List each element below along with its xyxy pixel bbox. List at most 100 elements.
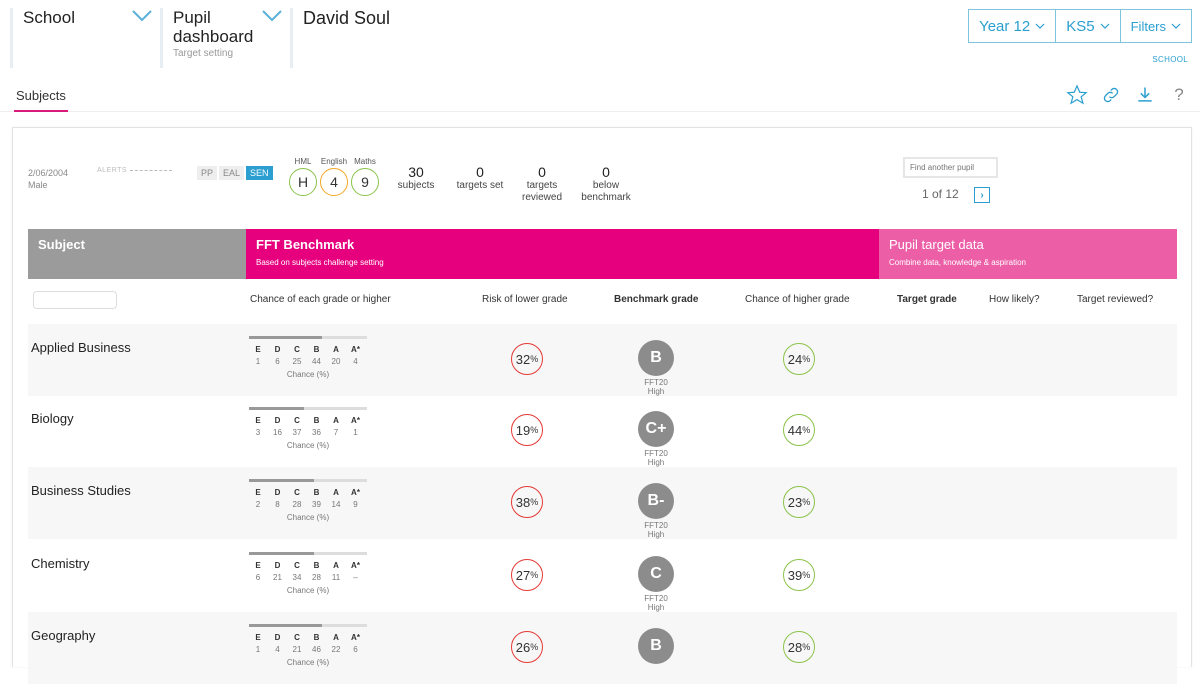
grade-chance: 4 (275, 645, 280, 654)
find-pupil-input[interactable] (903, 157, 998, 178)
alerts-placeholder (130, 169, 173, 171)
help-icon[interactable]: ? (1168, 84, 1190, 106)
table-row[interactable]: Geography E 1 D 4 C 21 B 46 A 22 A* 6 Chance (%) 26% B 2… (28, 612, 1177, 684)
table-row[interactable]: Chemistry E 6 D 21 C 34 B 28 A 11 A* – Chance (%) 27% C… (28, 540, 1177, 612)
chevron-down-icon[interactable] (262, 8, 282, 22)
group-label: HML (294, 157, 312, 166)
grade-chance: 20 (331, 357, 341, 366)
year-label: Year 12 (979, 17, 1031, 35)
chance-value: 23 (787, 494, 803, 510)
grade-letter: C (294, 633, 300, 642)
grade-chance: – (353, 573, 358, 582)
pupil-info: 2/06/2004 Male (28, 167, 68, 191)
header-title: Subject (38, 237, 85, 252)
star-icon[interactable] (1066, 84, 1088, 106)
benchmark-caption: FFT20 High (631, 449, 681, 467)
grade-letter: E (255, 488, 261, 497)
benchmark-grade-badge[interactable]: B- (638, 483, 674, 519)
chance-value: 39 (787, 567, 803, 583)
grade-letter: B (313, 633, 320, 642)
benchmark-grade-badge[interactable]: C (638, 556, 674, 592)
risk-lower-badge: 38% (511, 486, 543, 518)
school-link[interactable]: SCHOOL (1152, 55, 1188, 64)
group-label: Maths (354, 157, 376, 166)
risk-lower-badge: 32% (511, 343, 543, 375)
filters-button[interactable]: Filters (1121, 10, 1191, 42)
grade-chance: 6 (353, 645, 358, 654)
grade-letter: A* (351, 488, 360, 497)
risk-lower-badge: 27% (511, 559, 543, 591)
grade-chance: 1 (353, 428, 358, 437)
chance-bar-fill (249, 624, 322, 627)
top-nav: School Pupil dashboard Target setting Da… (0, 0, 1200, 72)
percent-sign: % (802, 497, 811, 507)
header-subtitle: Combine data, knowledge & aspiration (889, 258, 1026, 267)
grade-chance: 11 (331, 573, 341, 582)
grade-letter: E (255, 345, 261, 354)
subject-name: Geography (31, 628, 96, 643)
risk-lower-badge: 19% (511, 414, 543, 446)
benchmark-caption: FFT20 High (631, 378, 681, 396)
grade-letter: A* (351, 633, 360, 642)
percent-sign: % (530, 497, 539, 507)
table-row[interactable]: Business Studies E 2 D 8 C 28 B 39 A 14 A* 9 Chance (… (28, 467, 1177, 539)
filters-label: Filters (1130, 18, 1166, 34)
grade-chance: 1 (255, 357, 261, 366)
chance-caption: Chance (%) (286, 513, 330, 522)
subject-name: Business Studies (31, 483, 131, 498)
grade-chance: 21 (292, 645, 302, 654)
next-pupil-button[interactable]: › (974, 187, 990, 203)
grade-letter: B (313, 561, 320, 570)
benchmark-source: FFT20 (644, 594, 668, 603)
table-row[interactable]: Biology E 3 D 16 C 37 B 36 A 7 A* 1 Chance (%) 19% C+ FF… (28, 395, 1177, 467)
stat-label: below (592, 180, 620, 191)
risk-value: 38 (515, 494, 531, 510)
subject-filter-input[interactable] (33, 291, 117, 309)
chance-value: 28 (787, 639, 803, 655)
group-hml: HML H (287, 157, 319, 196)
student-name: David Soul (290, 8, 390, 68)
subject-name: Applied Business (31, 340, 131, 355)
benchmark-grade-badge[interactable]: B (638, 340, 674, 376)
stage-selector[interactable]: KS5 (1056, 10, 1121, 42)
col-chance-higher: Chance of higher grade (745, 294, 850, 305)
chevron-down-icon (1035, 23, 1045, 29)
header-title: FFT Benchmark (256, 237, 355, 252)
stat-label: reviewed (521, 192, 563, 203)
group-label: English (320, 157, 348, 166)
dashboard-subtitle: Target setting (173, 48, 234, 59)
chance-value: 24 (787, 351, 803, 367)
col-risk-lower: Risk of lower grade (482, 294, 568, 305)
header-subject: Subject (28, 229, 246, 279)
grade-letter: C (294, 416, 300, 425)
group-maths: Maths 9 (349, 157, 381, 196)
year-selector[interactable]: Year 12 (969, 10, 1057, 42)
benchmark-grade-badge[interactable]: C+ (638, 411, 674, 447)
grade-letter: E (255, 633, 261, 642)
group-value: H (289, 168, 317, 196)
benchmark-grade-badge[interactable]: B (638, 628, 674, 664)
grade-letter: D (274, 633, 281, 642)
risk-value: 27 (515, 567, 531, 583)
grade-chance: 39 (312, 500, 321, 509)
chevron-down-icon[interactable] (132, 8, 152, 22)
grade-letter: B (313, 488, 320, 497)
tab-bar: Subjects ? (0, 84, 1200, 112)
link-icon[interactable] (1100, 84, 1122, 106)
download-icon[interactable] (1134, 84, 1156, 106)
grade-letter: A* (351, 345, 360, 354)
tab-subjects[interactable]: Subjects (14, 88, 68, 112)
grade-chance: 8 (275, 500, 280, 509)
benchmark-source: FFT20 (644, 521, 668, 530)
percent-sign: % (802, 570, 811, 580)
grade-chance: 4 (353, 357, 358, 366)
grade-letter: D (274, 345, 281, 354)
chance-caption: Chance (%) (286, 441, 330, 450)
grade-letter: A (333, 633, 339, 642)
table-row[interactable]: Applied Business E 1 D 6 C 25 B 44 A 20 A* 4 Chance (… (28, 324, 1177, 396)
badge-eal: EAL (219, 166, 245, 180)
benchmark-level: High (647, 603, 665, 612)
stat-label: subjects (397, 180, 435, 191)
grade-letter: C (294, 345, 300, 354)
grade-letter: A* (351, 561, 360, 570)
